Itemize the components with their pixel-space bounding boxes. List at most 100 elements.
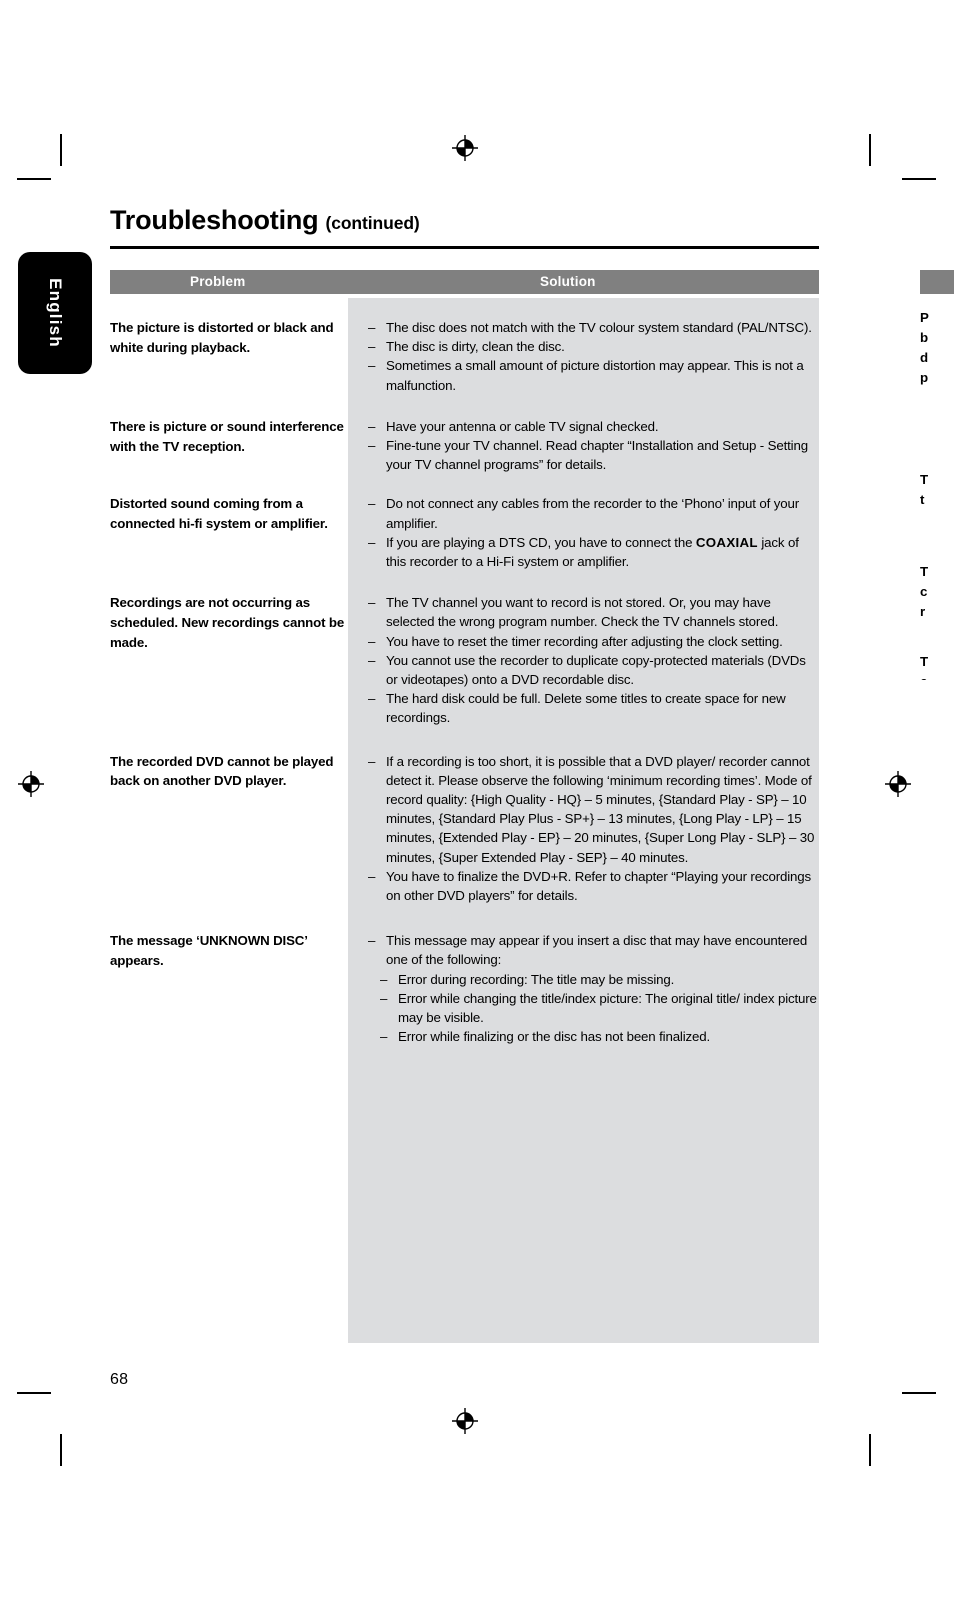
problem-cell: There is picture or sound interference w… <box>110 417 348 457</box>
solution-text: The hard disk could be full. Delete some… <box>386 691 786 726</box>
solution-item: – Fine-tune your TV channel. Read chapter… <box>358 436 819 474</box>
solution-item: – This message may appear if you insert a… <box>358 931 819 969</box>
problem-text: The recorded DVD cannot be played back o… <box>110 753 334 789</box>
solution-text: This message may appear if you insert a … <box>386 933 808 968</box>
page-title: Troubleshooting (continued) <box>110 205 820 236</box>
solution-sub-text: Error during recording: The title may be… <box>398 971 675 987</box>
solution-item: – The disc does not match with the TV col… <box>358 318 819 337</box>
problem-cell: Recordings are not occurring as schedule… <box>110 593 348 652</box>
crop-mark-bottom-right-vertical <box>869 1434 871 1466</box>
bullet-dash-icon: – <box>380 971 388 987</box>
problem-cell: The picture is distorted or black and wh… <box>110 318 348 358</box>
solution-item: – You have to finalize the DVD+R. Refer t… <box>358 867 819 905</box>
solution-sub-text: Error while changing the title/index pic… <box>398 990 817 1026</box>
language-tab: English <box>18 252 92 374</box>
solution-cell: – The disc does not match with the TV col… <box>348 318 819 395</box>
solution-text: If you are playing a DTS CD, you have to… <box>386 534 696 550</box>
emphasis-text: COAXIAL <box>695 534 758 550</box>
bullet-dash-icon: – <box>368 933 376 949</box>
solution-text: Sometimes a small amount of picture dist… <box>386 358 804 393</box>
solution-sub-list: – Error during recording: The title may b… <box>358 970 819 1047</box>
solution-cell: – Do not connect any cables from the reco… <box>348 494 819 571</box>
bullet-dash-icon: – <box>368 652 376 668</box>
solution-list: – If a recording is too short, it is poss… <box>358 752 819 906</box>
bullet-dash-icon: – <box>368 868 376 884</box>
table-row: There is picture or sound interference w… <box>110 417 819 475</box>
problem-text: Recordings are not occurring as schedule… <box>110 595 345 650</box>
page-title-suffix: (continued) <box>325 213 420 233</box>
bullet-dash-icon: – <box>368 496 376 512</box>
solution-text: Do not connect any cables from the recor… <box>386 496 799 531</box>
solution-cell: – The TV channel you want to record is no… <box>348 593 819 727</box>
bleed-text-fragment: T <box>920 564 928 579</box>
solution-list: – Have your antenna or cable TV signal ch… <box>358 417 819 475</box>
solution-list: – The TV channel you want to record is no… <box>358 593 819 727</box>
bullet-dash-icon: – <box>368 534 376 550</box>
crop-mark-top-right-horizontal <box>902 178 936 180</box>
solution-text: Fine-tune your TV channel. Read chapter … <box>386 438 808 473</box>
problem-cell: The message ‘UNKNOWN DISC’ appears. <box>110 931 348 971</box>
bleed-text-fragment: d <box>920 350 928 365</box>
solution-text: The TV channel you want to record is not… <box>386 595 779 630</box>
column-header-problem: Problem <box>190 274 246 289</box>
table-row: Distorted sound coming from a connected … <box>110 494 819 571</box>
solution-item: – You cannot use the recorder to duplicat… <box>358 651 819 689</box>
solution-text: You cannot use the recorder to duplicate… <box>386 652 806 688</box>
problem-cell: The recorded DVD cannot be played back o… <box>110 752 348 792</box>
registration-mark-bottom <box>452 1408 478 1434</box>
solution-text: You have to reset the timer recording af… <box>386 633 783 649</box>
bullet-dash-icon: – <box>368 753 376 769</box>
table-row: The picture is distorted or black and wh… <box>110 318 819 395</box>
bullet-dash-icon: – <box>368 633 376 649</box>
registration-mark-top <box>452 135 478 161</box>
solution-text: The disc is dirty, clean the disc. <box>386 339 565 355</box>
solution-item: – Do not connect any cables from the reco… <box>358 494 819 532</box>
bleed-text-fragment: t <box>920 492 925 507</box>
problem-text: The picture is distorted or black and wh… <box>110 320 334 355</box>
table-row: The message ‘UNKNOWN DISC’ appears. – This… <box>110 931 819 1046</box>
solution-sub-item: – Error while changing the title/index pi… <box>378 989 819 1027</box>
bullet-dash-icon: – <box>368 320 376 335</box>
solution-item: – The disc is dirty, clean the disc. <box>358 337 819 356</box>
facing-page-bleed: PbdpTtTcrTca <box>920 260 954 680</box>
page-title-main: Troubleshooting <box>110 205 319 235</box>
solution-text: The disc does not match with the TV colo… <box>386 320 812 335</box>
column-header-solution: Solution <box>540 274 596 289</box>
solution-cell: – If a recording is too short, it is poss… <box>348 752 819 906</box>
problem-text: Distorted sound coming from a connected … <box>110 496 328 532</box>
bleed-text-fragment: P <box>920 310 929 325</box>
table-header-bar: Problem Solution <box>110 270 819 294</box>
registration-mark-right <box>885 771 911 797</box>
solution-list: – The disc does not match with the TV col… <box>358 318 819 395</box>
bleed-text-fragment: c <box>920 672 927 680</box>
solution-item: – The TV channel you want to record is no… <box>358 593 819 631</box>
crop-mark-top-right-vertical <box>869 134 871 166</box>
bleed-text-fragment: c <box>920 584 928 599</box>
crop-mark-bottom-left-vertical <box>60 1434 62 1466</box>
solution-text: Have your antenna or cable TV signal che… <box>386 418 659 434</box>
bullet-dash-icon: – <box>368 691 376 707</box>
bullet-dash-icon: – <box>380 1029 388 1045</box>
solution-text: If a recording is too short, it is possi… <box>386 753 815 865</box>
table-row: The recorded DVD cannot be played back o… <box>110 752 819 906</box>
crop-mark-top-left-horizontal <box>17 178 51 180</box>
bleed-text-fragment: b <box>920 330 928 345</box>
solution-cell: – Have your antenna or cable TV signal ch… <box>348 417 819 475</box>
solution-sub-text: Error while finalizing or the disc has n… <box>398 1029 711 1045</box>
solution-item: – If you are playing a DTS CD, you have t… <box>358 533 819 571</box>
bleed-text-fragment: T <box>920 654 928 669</box>
bullet-dash-icon: – <box>368 438 376 454</box>
table-row: Recordings are not occurring as schedule… <box>110 593 819 727</box>
solution-item: – Have your antenna or cable TV signal ch… <box>358 417 819 436</box>
solution-item: – If a recording is too short, it is poss… <box>358 752 819 867</box>
solution-item: – You have to reset the timer recording a… <box>358 632 819 651</box>
crop-mark-bottom-right-horizontal <box>902 1392 936 1394</box>
problem-text: There is picture or sound interference w… <box>110 418 344 454</box>
solution-list: – Do not connect any cables from the reco… <box>358 494 819 571</box>
bullet-dash-icon: – <box>380 990 388 1006</box>
solution-item: – The hard disk could be full. Delete som… <box>358 689 819 727</box>
page-number: 68 <box>110 1371 129 1388</box>
bleed-header-bar <box>920 270 954 294</box>
crop-mark-top-left-vertical <box>60 134 62 166</box>
bullet-dash-icon: – <box>368 418 376 434</box>
